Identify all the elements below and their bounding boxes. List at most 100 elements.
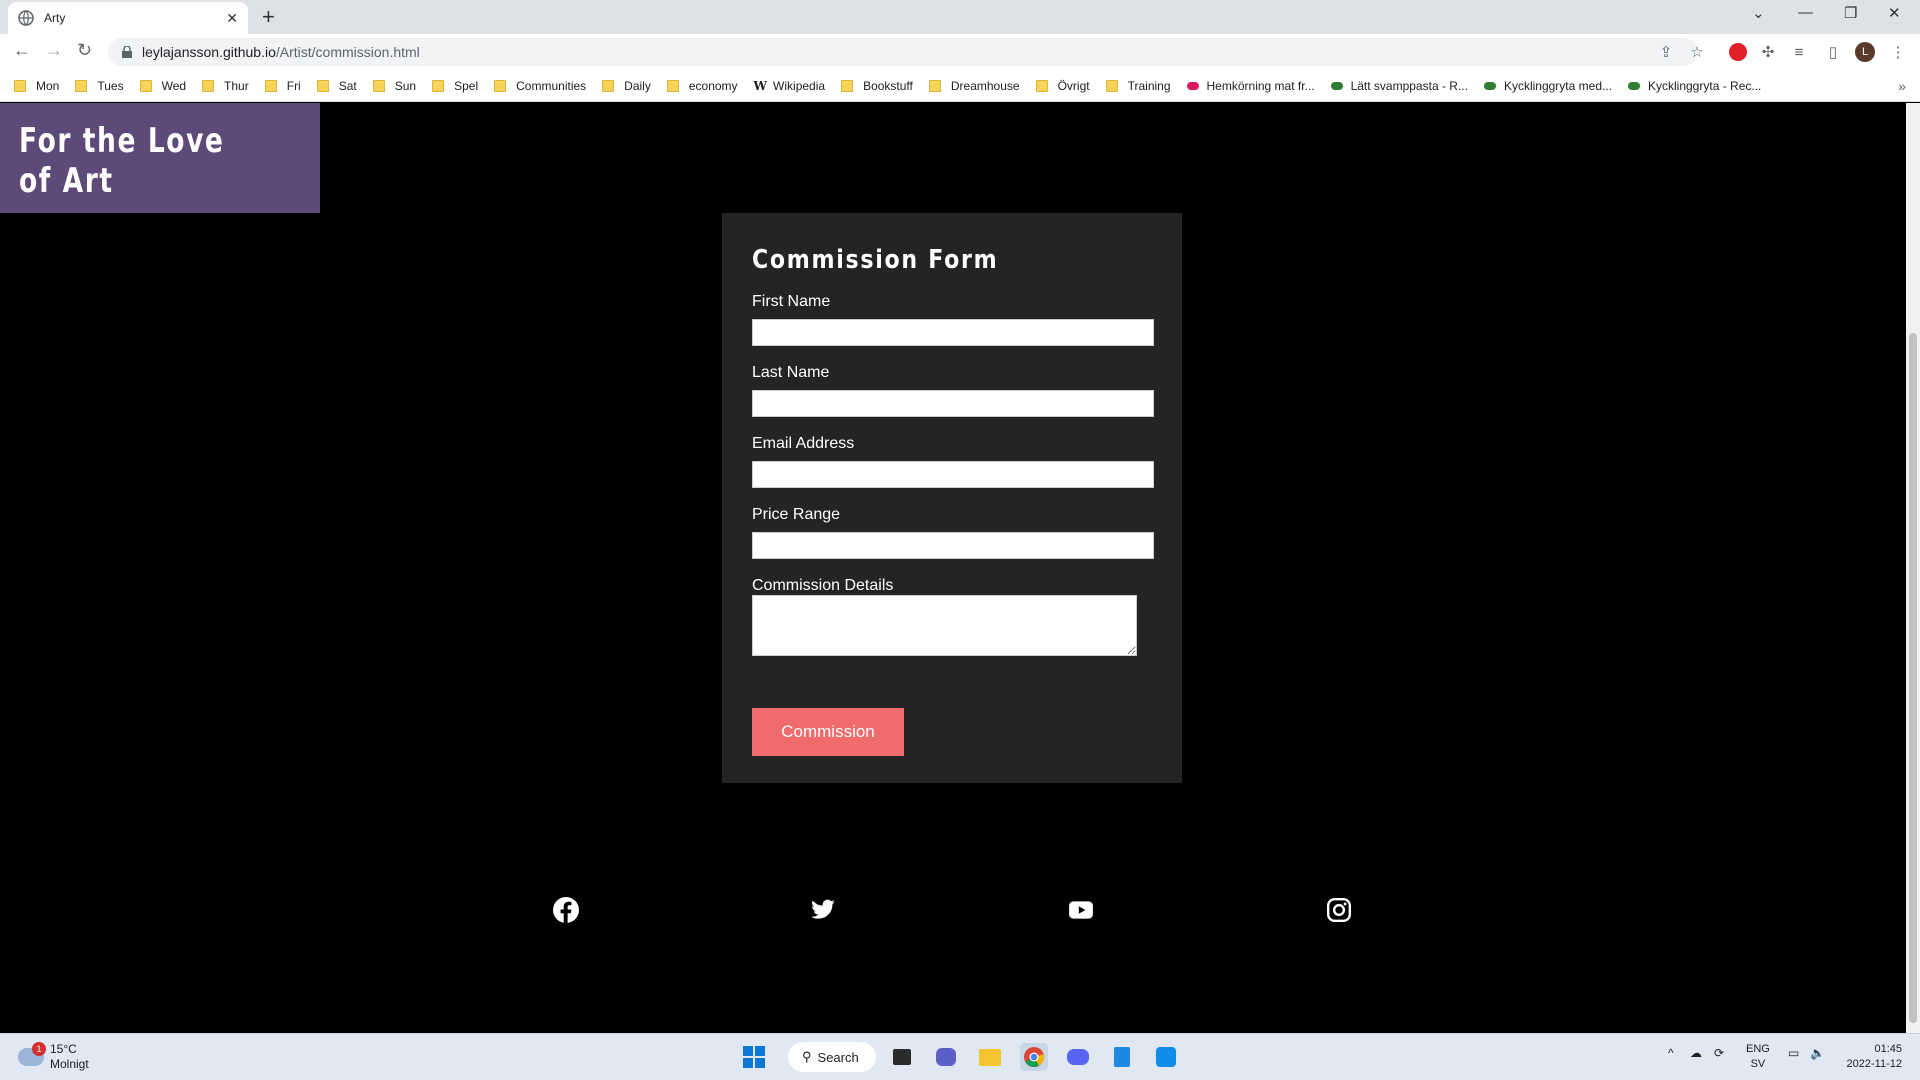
close-tab-icon[interactable]: ✕ [226, 10, 238, 27]
scrollbar-thumb[interactable] [1909, 333, 1917, 1023]
side-panel-icon[interactable]: ▯ [1823, 42, 1843, 62]
discord-icon[interactable] [1064, 1043, 1092, 1071]
cloud-icon: 1 [18, 1042, 46, 1066]
folder-icon [1105, 79, 1118, 92]
bookmark-item[interactable]: Övrigt [1035, 78, 1090, 93]
weather-badge: 1 [32, 1042, 46, 1056]
bookmark-star-icon[interactable]: ☆ [1687, 42, 1707, 62]
bookmark-label: Övrigt [1057, 78, 1090, 93]
network-icon[interactable]: ▭ [1788, 1046, 1799, 1060]
search-icon: ⚲ [802, 1049, 812, 1064]
bookmark-label: Bookstuff [863, 78, 913, 93]
bookmark-label: Sun [394, 78, 417, 93]
folder-icon [372, 79, 385, 92]
restore-button[interactable]: ❐ [1844, 4, 1857, 22]
page-scrollbar[interactable] [1906, 103, 1920, 1033]
windows-taskbar: 1 15°C Molnigt ⚲ Search ^ ☁ ⟳ ENG SV ▭ 🔈… [0, 1033, 1920, 1080]
bookmark-item[interactable]: Bookstuff [841, 79, 913, 93]
address-bar[interactable]: leylajansson.github.io/Artist/commission… [108, 38, 1698, 66]
bookmark-item[interactable]: Kycklinggryta - Rec... [1628, 79, 1761, 93]
bookmark-item[interactable]: Dreamhouse [928, 79, 1020, 93]
bookmarks-bar: Mon Tues Wed Thur Fri Sat Sun Spel Communities Da… [0, 70, 1920, 102]
facebook-icon[interactable] [551, 895, 581, 925]
page-content: For the Love of Art Commission Form Firs… [0, 103, 1906, 1033]
sync-icon[interactable]: ⟳ [1714, 1046, 1724, 1060]
language-indicator[interactable]: ENG SV [1746, 1042, 1770, 1072]
folder-icon [666, 79, 679, 92]
bookmark-item[interactable]: Daily [602, 79, 651, 93]
bookmark-item[interactable]: Tues [75, 78, 124, 93]
adblock-icon[interactable] [1728, 42, 1748, 62]
form-title: Commission Form [752, 245, 999, 275]
minimize-button[interactable]: — [1798, 4, 1813, 21]
bookmark-label: Kycklinggryta med... [1503, 78, 1612, 93]
twitter-icon[interactable] [808, 895, 838, 925]
site-logo-box[interactable]: For the Love of Art [0, 103, 320, 213]
browser-tab[interactable]: Arty ✕ [8, 2, 248, 34]
folder-icon [928, 79, 941, 92]
media-icon[interactable]: ≡ [1789, 42, 1809, 62]
forward-button[interactable]: → [45, 40, 63, 61]
taskbar-clock[interactable]: 01:45 2022-11-12 [1847, 1042, 1902, 1072]
commission-details-textarea[interactable] [752, 595, 1137, 656]
email-input[interactable] [752, 461, 1154, 488]
file-explorer-icon[interactable] [976, 1043, 1004, 1071]
youtube-icon[interactable] [1066, 895, 1096, 925]
bookmark-item[interactable]: Kycklinggryta med... [1483, 78, 1612, 93]
bookmark-item[interactable]: Sat [316, 78, 357, 93]
bookmark-item[interactable]: W Wikipedia [754, 79, 826, 93]
new-tab-button[interactable]: + [262, 4, 275, 30]
site-logo: For the Love of Art [19, 121, 225, 201]
instagram-icon[interactable] [1324, 895, 1354, 925]
show-hidden-icons-icon[interactable]: ^ [1668, 1046, 1674, 1060]
teamviewer-icon[interactable] [1152, 1043, 1180, 1071]
task-view-icon[interactable] [888, 1043, 916, 1071]
windows-start-icon[interactable] [740, 1043, 768, 1071]
onedrive-icon[interactable]: ☁ [1690, 1046, 1702, 1060]
folder-icon [316, 79, 329, 92]
chrome-icon[interactable] [1020, 1043, 1048, 1071]
commission-submit-button[interactable]: Commission [752, 708, 904, 756]
bookmark-item[interactable]: Wed [139, 78, 187, 93]
bookmark-item[interactable]: Hemkörning mat fr... [1186, 78, 1315, 93]
share-icon[interactable]: ⇪ [1656, 42, 1676, 62]
tab-search-icon[interactable]: ⌄ [1752, 4, 1765, 22]
bookmark-item[interactable]: Sun [372, 78, 417, 93]
site-favicon-icon [1186, 81, 1199, 90]
bookmark-item[interactable]: Thur [202, 79, 249, 93]
bookmark-label: Thur [224, 78, 249, 93]
close-window-button[interactable]: ✕ [1888, 4, 1901, 22]
recipe-site-icon [1628, 81, 1640, 90]
commission-details-label: Commission Details [752, 577, 894, 594]
bookmark-item[interactable]: economy [666, 78, 738, 93]
back-button[interactable]: ← [13, 40, 31, 61]
folder-icon [202, 79, 215, 92]
bookmark-item[interactable]: Training [1105, 79, 1171, 93]
notepad-icon[interactable] [1108, 1043, 1136, 1071]
first-name-input[interactable] [752, 319, 1154, 346]
taskbar-search[interactable]: ⚲ Search [788, 1042, 876, 1072]
last-name-input[interactable] [752, 390, 1154, 417]
teams-chat-icon[interactable] [932, 1043, 960, 1071]
bookmark-label: Tues [97, 78, 124, 93]
bookmark-item[interactable]: Spel [432, 79, 478, 93]
extensions-icon[interactable]: ✣ [1758, 42, 1778, 62]
volume-icon[interactable]: 🔈 [1810, 1046, 1825, 1060]
weather-widget[interactable]: 1 15°C Molnigt [18, 1042, 89, 1072]
bookmark-label: Wed [161, 78, 187, 93]
bookmark-item[interactable]: Communities [494, 79, 586, 93]
profile-avatar-icon[interactable]: L [1855, 42, 1875, 62]
bookmark-item[interactable]: Fri [264, 79, 301, 93]
bookmark-label: Sat [338, 78, 357, 93]
bookmarks-more-button[interactable]: » [1898, 78, 1906, 94]
language-top: ENG [1746, 1043, 1770, 1055]
price-range-input[interactable] [752, 532, 1154, 559]
bookmark-label: Daily [624, 78, 651, 93]
reload-button[interactable]: ↻ [77, 40, 92, 61]
bookmark-item[interactable]: Mon [14, 79, 59, 93]
bookmark-label: Hemkörning mat fr... [1206, 78, 1315, 93]
folder-icon [14, 79, 26, 92]
bookmark-label: economy [688, 78, 738, 93]
bookmark-item[interactable]: Lätt svamppasta - R... [1330, 79, 1468, 93]
menu-icon[interactable]: ⋮ [1888, 42, 1908, 62]
